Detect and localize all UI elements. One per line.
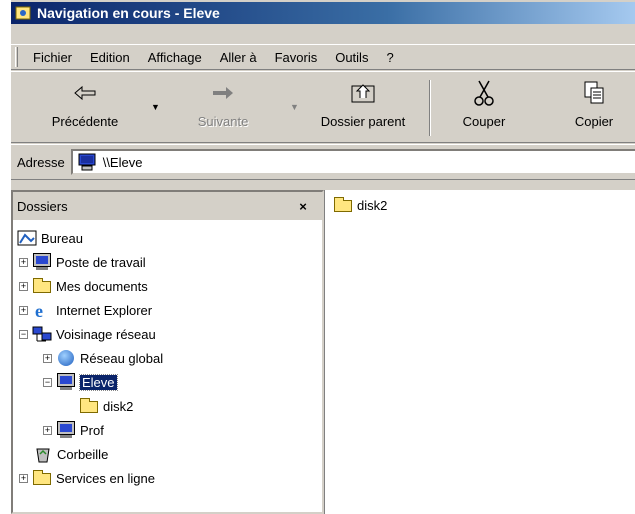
explorer-window: Navigation en cours - Eleve Fichier Edit… xyxy=(9,0,635,514)
tree-item-reseau-global[interactable]: + Réseau global xyxy=(43,346,163,370)
cut-label: Couper xyxy=(462,114,506,129)
window-icon xyxy=(15,6,31,20)
menu-outils[interactable]: Outils xyxy=(326,50,377,65)
globe-icon xyxy=(56,349,76,367)
network-icon xyxy=(32,325,52,343)
address-label: Adresse xyxy=(17,154,65,170)
menu-fichier[interactable]: Fichier xyxy=(24,50,81,65)
tree-label: Prof xyxy=(80,422,104,438)
tree-label: disk2 xyxy=(103,398,134,414)
collapse-icon[interactable]: − xyxy=(19,329,28,339)
back-arrow-icon xyxy=(74,85,96,101)
menu-grip[interactable] xyxy=(15,47,18,67)
content-item-disk2[interactable]: disk2 xyxy=(333,196,387,214)
expand-icon[interactable]: + xyxy=(19,281,28,291)
expand-icon[interactable]: + xyxy=(19,257,28,267)
address-input[interactable]: \\Eleve xyxy=(70,149,635,175)
menu-help[interactable]: ? xyxy=(377,50,402,65)
computer-icon xyxy=(56,373,76,391)
forward-arrow-icon xyxy=(213,87,233,99)
folder-icon xyxy=(79,397,99,415)
expand-icon[interactable]: + xyxy=(43,425,52,435)
tree-label: Mes documents xyxy=(56,278,148,294)
scissors-icon xyxy=(474,80,494,106)
folder-icon xyxy=(32,469,52,487)
internet-explorer-icon: e xyxy=(32,301,52,321)
tree-item-disk2[interactable]: disk2 xyxy=(79,394,133,418)
tree-label: Internet Explorer xyxy=(56,302,153,318)
cut-button[interactable]: Couper xyxy=(449,78,519,138)
menu-bar: Fichier Edition Affichage Aller à Favori… xyxy=(11,44,635,70)
tree-label: Réseau global xyxy=(80,350,164,366)
collapse-icon[interactable]: − xyxy=(43,377,52,387)
tree-item-voisinage-reseau[interactable]: − Voisinage réseau xyxy=(19,322,156,346)
folders-pane: Dossiers × Bureau + Poste de travail + M… xyxy=(11,190,324,514)
tree-item-poste-de-travail[interactable]: + Poste de travail xyxy=(19,250,146,274)
tree-item-corbeille[interactable]: Corbeille xyxy=(33,442,108,466)
address-value: \\Eleve xyxy=(102,154,143,170)
forward-label: Suivante xyxy=(197,114,249,129)
forward-dropdown-icon[interactable]: ▼ xyxy=(290,102,299,112)
menu-edition[interactable]: Edition xyxy=(81,50,139,65)
expand-icon[interactable]: + xyxy=(19,473,28,483)
tree-label: Poste de travail xyxy=(56,254,146,270)
tree-item-internet-explorer[interactable]: + e Internet Explorer xyxy=(19,298,152,322)
computer-icon xyxy=(56,421,76,439)
back-label: Précédente xyxy=(51,114,119,129)
svg-text:e: e xyxy=(35,301,43,319)
tree-item-bureau[interactable]: Bureau xyxy=(17,226,83,250)
computer-icon xyxy=(32,253,52,271)
folder-icon xyxy=(32,277,52,295)
folder-up-icon xyxy=(351,84,375,103)
toolbar-separator xyxy=(429,80,431,136)
recycle-bin-icon xyxy=(33,445,53,463)
back-button[interactable]: Précédente xyxy=(39,78,131,138)
tree-item-services-en-ligne[interactable]: + Services en ligne xyxy=(19,466,155,490)
desktop-icon xyxy=(17,229,37,247)
copy-label: Copier xyxy=(574,114,614,129)
tree-label: Services en ligne xyxy=(56,470,155,486)
menu-affichage[interactable]: Affichage xyxy=(139,50,211,65)
close-pane-icon[interactable]: × xyxy=(294,199,312,214)
copy-icon xyxy=(584,81,604,104)
menu-aller-a[interactable]: Aller à xyxy=(211,50,266,65)
tree-label-selected: Eleve xyxy=(79,373,118,391)
tree-label: Voisinage réseau xyxy=(56,326,156,342)
tree-item-eleve[interactable]: − Eleve xyxy=(43,370,118,394)
window-title: Navigation en cours - Eleve xyxy=(37,5,220,21)
expand-icon[interactable]: + xyxy=(19,305,28,315)
folder-icon xyxy=(333,196,353,214)
expand-icon[interactable]: + xyxy=(43,353,52,363)
back-dropdown-icon[interactable]: ▼ xyxy=(151,102,160,112)
folders-pane-title: Dossiers xyxy=(17,198,68,214)
folders-pane-header: Dossiers × xyxy=(13,192,322,220)
menu-favoris[interactable]: Favoris xyxy=(266,50,327,65)
content-item-label: disk2 xyxy=(357,197,388,213)
tree-item-prof[interactable]: + Prof xyxy=(43,418,104,442)
tree-item-mes-documents[interactable]: + Mes documents xyxy=(19,274,148,298)
up-folder-button[interactable]: Dossier parent xyxy=(305,78,421,138)
tree-label: Bureau xyxy=(41,230,83,246)
forward-button[interactable]: Suivante xyxy=(181,78,265,138)
up-folder-label: Dossier parent xyxy=(320,114,406,129)
tree-label: Corbeille xyxy=(57,446,109,462)
content-pane: disk2 xyxy=(324,190,635,514)
title-bar[interactable]: Navigation en cours - Eleve xyxy=(11,2,635,24)
copy-button[interactable]: Copier xyxy=(559,78,629,138)
standard-toolbar: Précédente ▼ Suivante ▼ Dossier parent C… xyxy=(11,71,635,143)
computer-icon xyxy=(78,153,96,171)
address-bar: Adresse \\Eleve xyxy=(11,144,635,180)
